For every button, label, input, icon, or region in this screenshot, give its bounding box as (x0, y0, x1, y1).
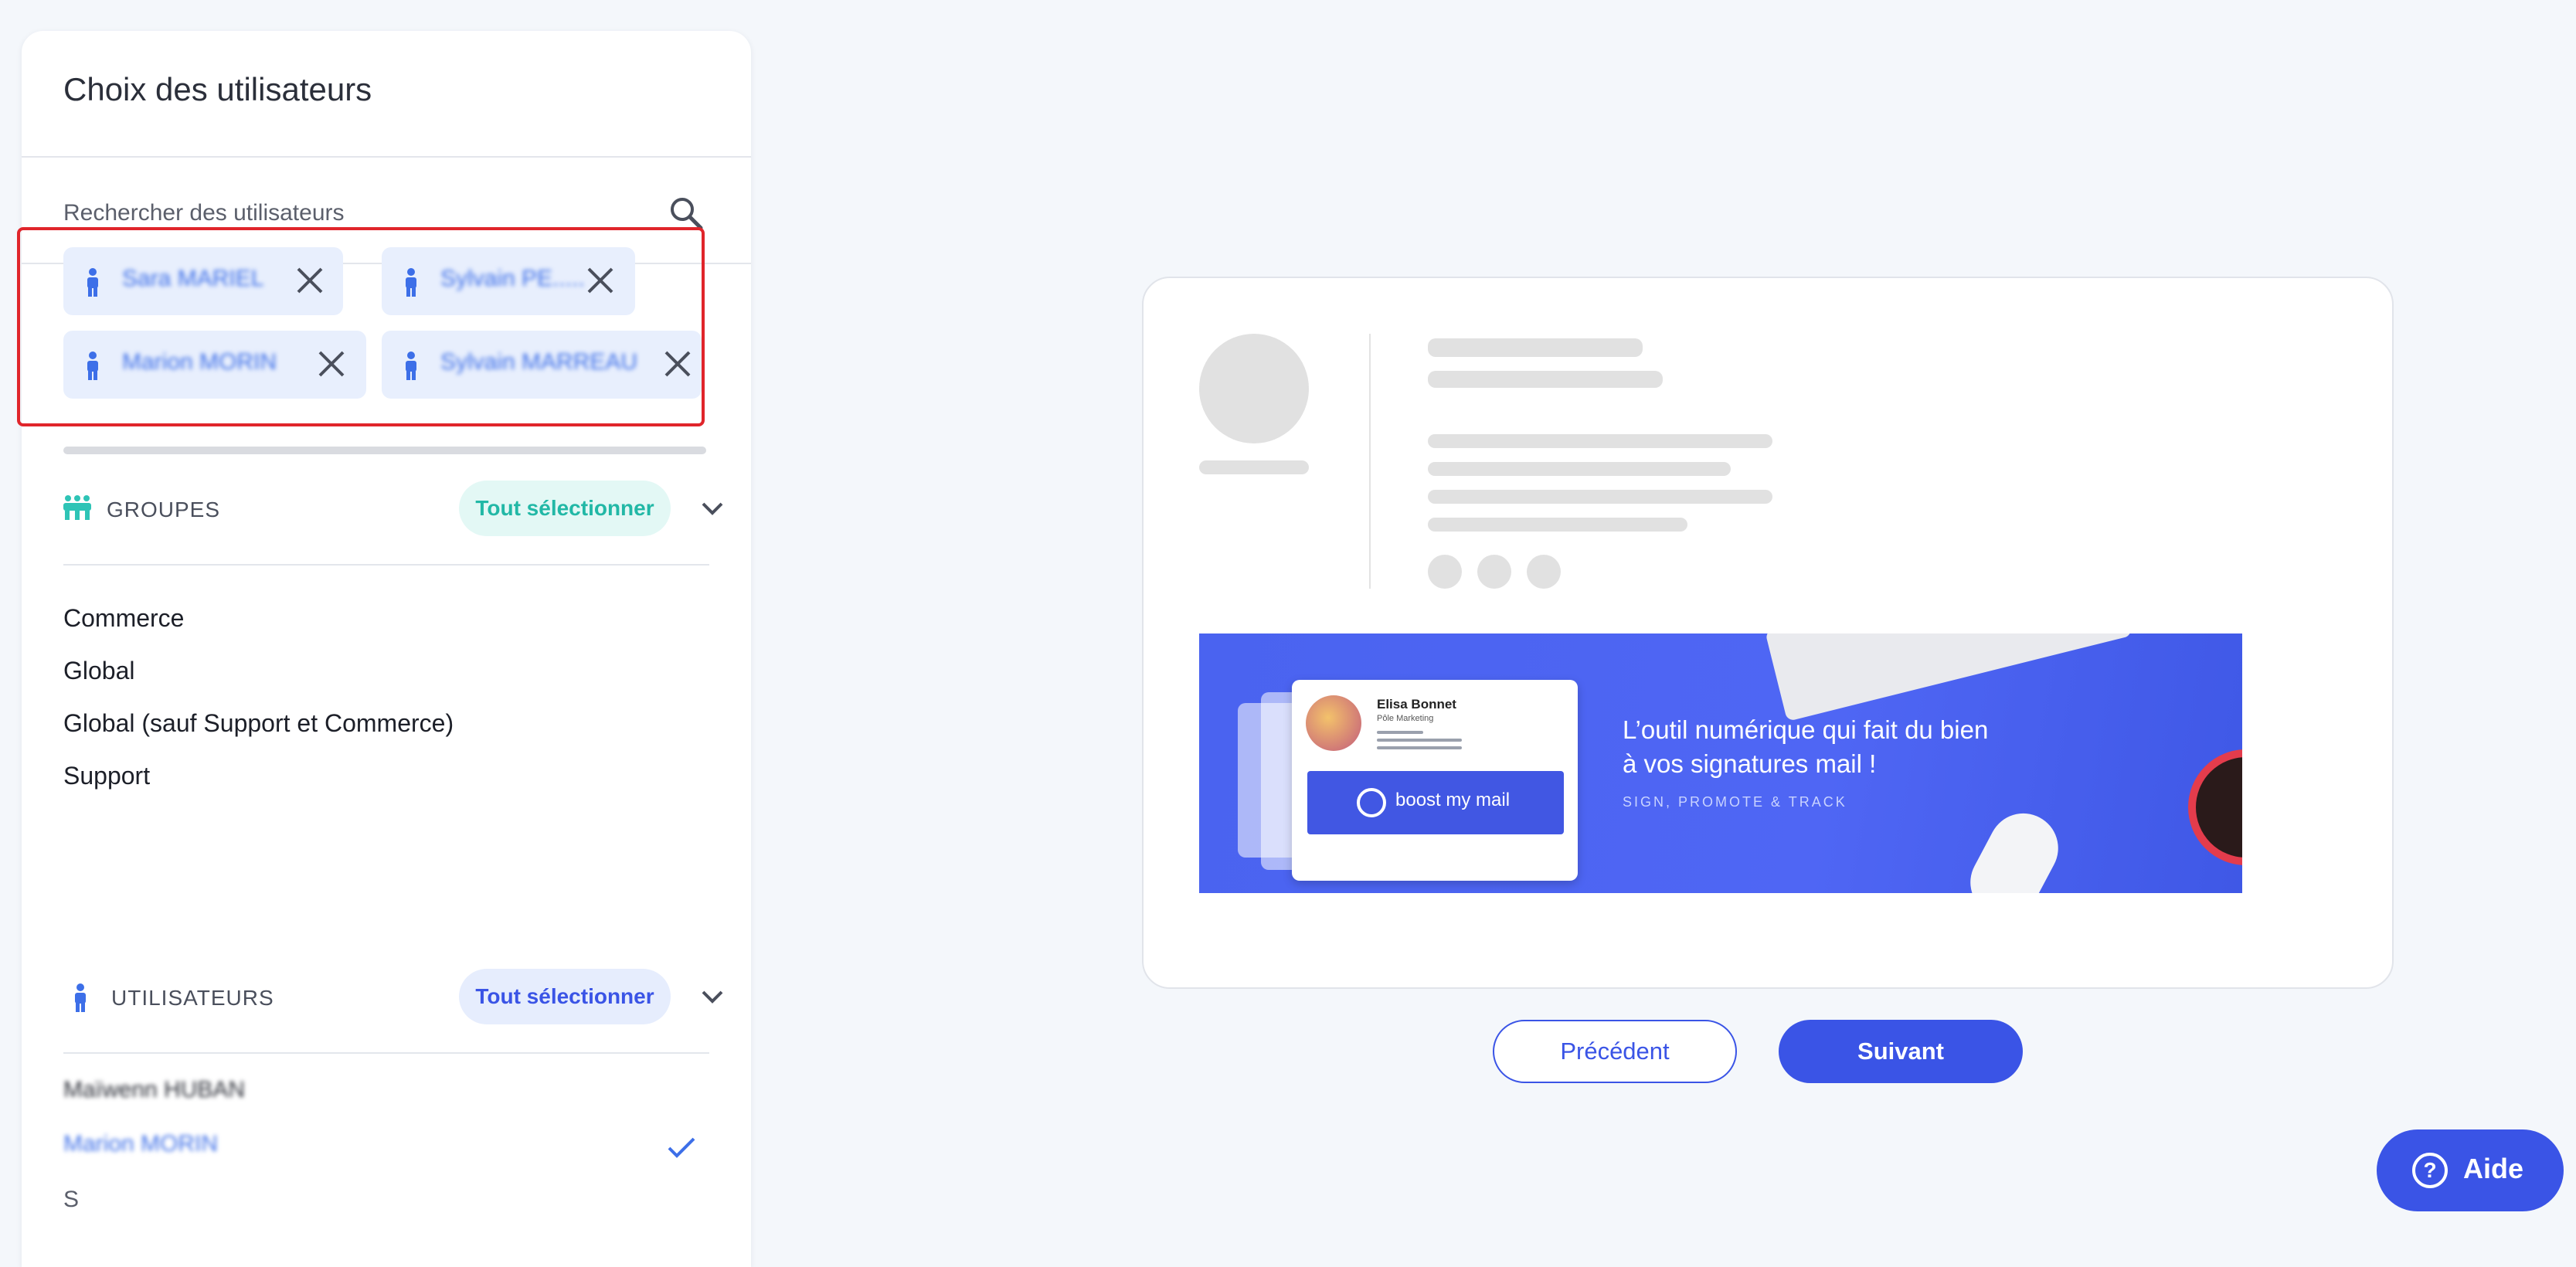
person-icon (87, 268, 98, 297)
signature-role: Pôle Marketing (1377, 714, 1434, 723)
placeholder-line (1428, 462, 1731, 476)
avatar (1306, 695, 1361, 751)
placeholder-line (1199, 460, 1309, 474)
panel-title: Choix des utilisateurs (63, 71, 372, 107)
banner-headline-line1: L’outil numérique qui fait du bien (1623, 715, 1989, 744)
group-item-commerce[interactable]: Commerce (63, 604, 184, 633)
close-icon[interactable] (584, 264, 617, 297)
signature-preview-card: Elisa Bonnet Pôle Marketing boost my mai… (1142, 277, 2394, 989)
placeholder-line (1428, 490, 1772, 504)
banner-tagline: SIGN, PROMOTE & TRACK (1623, 794, 1847, 810)
selected-user-chip: Sara MARIEL (63, 247, 343, 315)
users-label: UTILISATEURS (111, 986, 274, 1010)
chevron-down-icon[interactable] (697, 983, 728, 1011)
groups-section-header: GROUPES Tout sélectionner (63, 481, 731, 539)
previous-button[interactable]: Précédent (1493, 1020, 1737, 1083)
divider (63, 1052, 709, 1054)
question-icon: ? (2412, 1153, 2448, 1188)
person-icon (406, 268, 416, 297)
group-item-global-sauf[interactable]: Global (sauf Support et Commerce) (63, 709, 454, 738)
placeholder-line (1428, 434, 1772, 448)
group-item-support[interactable]: Support (63, 762, 150, 790)
horizontal-scrollbar[interactable] (63, 447, 706, 454)
help-button[interactable]: ? Aide (2377, 1129, 2564, 1211)
close-icon[interactable] (315, 348, 348, 380)
placeholder-line (1428, 338, 1643, 357)
social-placeholder (1527, 555, 1561, 589)
chip-label: Sara MARIEL (122, 266, 264, 291)
chip-label: Sylvain PE..... (440, 266, 585, 291)
divider (1369, 334, 1371, 589)
select-all-users-button[interactable]: Tout sélectionner (459, 969, 671, 1024)
social-placeholder (1428, 555, 1462, 589)
signature-card: Elisa Bonnet Pôle Marketing boost my mai… (1292, 680, 1578, 881)
person-icon (75, 983, 86, 1012)
banner-headline-line2: à vos signatures mail ! (1623, 749, 1877, 778)
help-label: Aide (2463, 1153, 2524, 1184)
keyboard-image (1765, 634, 2133, 722)
social-placeholder (1477, 555, 1511, 589)
signature-brand-button: boost my mail (1307, 771, 1564, 834)
signature-detail-line (1377, 739, 1462, 742)
signature-detail-line (1377, 731, 1423, 734)
group-item-global[interactable]: Global (63, 657, 135, 685)
next-button[interactable]: Suivant (1779, 1020, 2023, 1083)
close-icon[interactable] (294, 264, 326, 297)
chip-label: Marion MORIN (122, 349, 277, 375)
selected-users-area: Sara MARIEL Sylvain PE..... Marion MORIN… (17, 227, 705, 426)
divider (63, 564, 709, 566)
divider (22, 156, 751, 158)
groups-label: GROUPES (107, 498, 221, 521)
coffee-cup-image (2188, 749, 2242, 865)
selected-user-chip: Sylvain MARREAU (382, 331, 702, 399)
signature-name: Elisa Bonnet (1377, 697, 1456, 712)
promo-banner[interactable]: Elisa Bonnet Pôle Marketing boost my mai… (1199, 634, 2242, 893)
check-icon (668, 1137, 695, 1158)
group-icon (63, 495, 91, 520)
signature-detail-line (1377, 746, 1462, 749)
mouse-image (1958, 801, 2071, 893)
selected-user-chip: Sylvain PE..... (382, 247, 635, 315)
letter-heading: S (63, 1187, 80, 1212)
person-icon (87, 352, 98, 380)
select-all-groups-button[interactable]: Tout sélectionner (459, 481, 671, 536)
placeholder-line (1428, 371, 1663, 388)
placeholder-line (1428, 518, 1687, 532)
boost-logo-icon (1357, 788, 1386, 817)
close-icon[interactable] (661, 348, 694, 380)
users-section-header: UTILISATEURS Tout sélectionner (63, 969, 731, 1028)
user-item[interactable]: Maïwenn HUBAN (63, 1077, 245, 1103)
chip-label: Sylvain MARREAU (440, 349, 638, 375)
avatar-placeholder (1199, 334, 1309, 443)
brand-text: boost my mail (1395, 790, 1511, 810)
chevron-down-icon[interactable] (697, 494, 728, 522)
user-item[interactable]: Marion MORIN (63, 1131, 218, 1157)
person-icon (406, 352, 416, 380)
selected-user-chip: Marion MORIN (63, 331, 366, 399)
